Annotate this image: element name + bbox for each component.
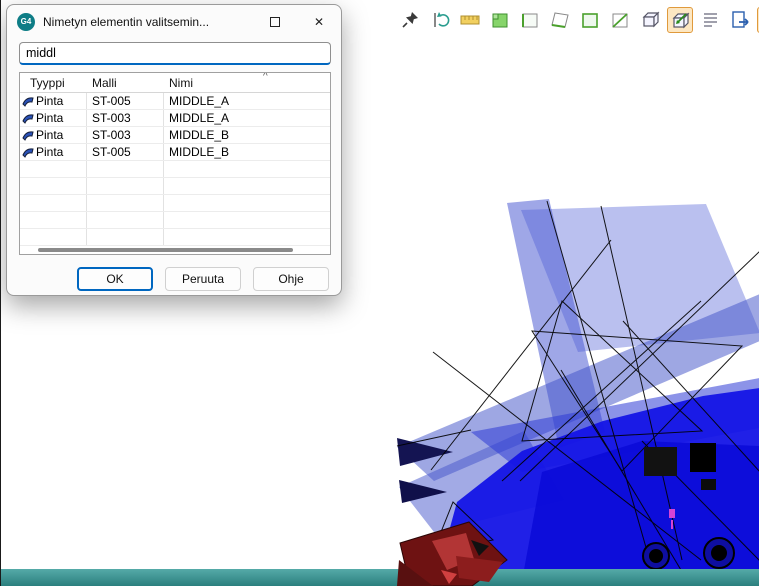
table-row[interactable]: Pinta ST-005 MIDDLE_B (20, 144, 330, 161)
empty-row (20, 229, 330, 246)
cell-model: ST-005 (92, 145, 131, 159)
cell-type: Pinta (36, 128, 63, 142)
cube-select-icon[interactable] (667, 7, 693, 33)
dialog-button-row: OK Peruuta Ohje (77, 267, 329, 291)
column-header-model[interactable]: Malli (92, 76, 117, 90)
export-icon[interactable] (727, 7, 753, 33)
ok-button[interactable]: OK (77, 267, 153, 291)
maximize-icon (270, 17, 280, 27)
app-icon: G4 (17, 13, 35, 31)
toolbar (397, 5, 759, 35)
cube-outline-icon[interactable] (637, 7, 663, 33)
named-element-dialog: G4 Nimetyn elementin valitsemin... ✕ Tyy… (6, 4, 342, 296)
empty-row (20, 178, 330, 195)
list-icon[interactable] (697, 7, 723, 33)
column-header-type[interactable]: Tyyppi (30, 76, 65, 90)
column-header-name[interactable]: Nimi (169, 76, 193, 90)
search-input[interactable] (19, 42, 331, 65)
plane-half-green-icon[interactable] (607, 7, 633, 33)
help-button[interactable]: Ohje (253, 267, 329, 291)
surface-icon (22, 113, 34, 124)
cell-name: MIDDLE_B (169, 128, 229, 142)
empty-row (20, 212, 330, 229)
screen: G4 Nimetyn elementin valitsemin... ✕ Tyy… (0, 0, 759, 586)
table-row[interactable]: Pinta ST-005 MIDDLE_A (20, 93, 330, 110)
cell-name: MIDDLE_B (169, 145, 229, 159)
surface-icon (22, 147, 34, 158)
table-header[interactable]: Tyyppi Malli Nimi ^ (20, 73, 330, 93)
teal-ground-strip (1, 569, 759, 586)
cell-type: Pinta (36, 94, 63, 108)
close-button[interactable]: ✕ (297, 5, 341, 38)
surface-icon (22, 130, 34, 141)
cell-type: Pinta (36, 111, 63, 125)
plane-green-border-icon[interactable] (577, 7, 603, 33)
empty-row (20, 161, 330, 178)
cell-name: MIDDLE_A (169, 94, 229, 108)
ruler-icon[interactable] (457, 7, 483, 33)
maximize-button[interactable] (253, 5, 297, 38)
table-row[interactable]: Pinta ST-003 MIDDLE_A (20, 110, 330, 127)
plane-slanted-icon[interactable] (547, 7, 573, 33)
dialog-titlebar[interactable]: G4 Nimetyn elementin valitsemin... ✕ (7, 5, 341, 38)
cell-name: MIDDLE_A (169, 111, 229, 125)
plane-filled-icon[interactable] (487, 7, 513, 33)
cell-type: Pinta (36, 145, 63, 159)
table-row[interactable]: Pinta ST-003 MIDDLE_B (20, 127, 330, 144)
sort-indicator-icon: ^ (263, 72, 268, 82)
horizontal-scrollbar-thumb[interactable] (38, 248, 293, 252)
plane-outline-icon[interactable] (517, 7, 543, 33)
horizontal-scrollbar-track[interactable] (20, 246, 330, 254)
results-table[interactable]: Tyyppi Malli Nimi ^ Pinta ST-005 MIDDLE_… (19, 72, 331, 255)
cancel-button[interactable]: Peruuta (165, 267, 241, 291)
cell-model: ST-005 (92, 94, 131, 108)
dialog-title: Nimetyn elementin valitsemin... (43, 15, 253, 29)
empty-row (20, 195, 330, 212)
surface-icon (22, 96, 34, 107)
cell-model: ST-003 (92, 111, 131, 125)
pin-icon[interactable] (397, 7, 423, 33)
update-plane-icon[interactable] (427, 7, 453, 33)
cell-model: ST-003 (92, 128, 131, 142)
